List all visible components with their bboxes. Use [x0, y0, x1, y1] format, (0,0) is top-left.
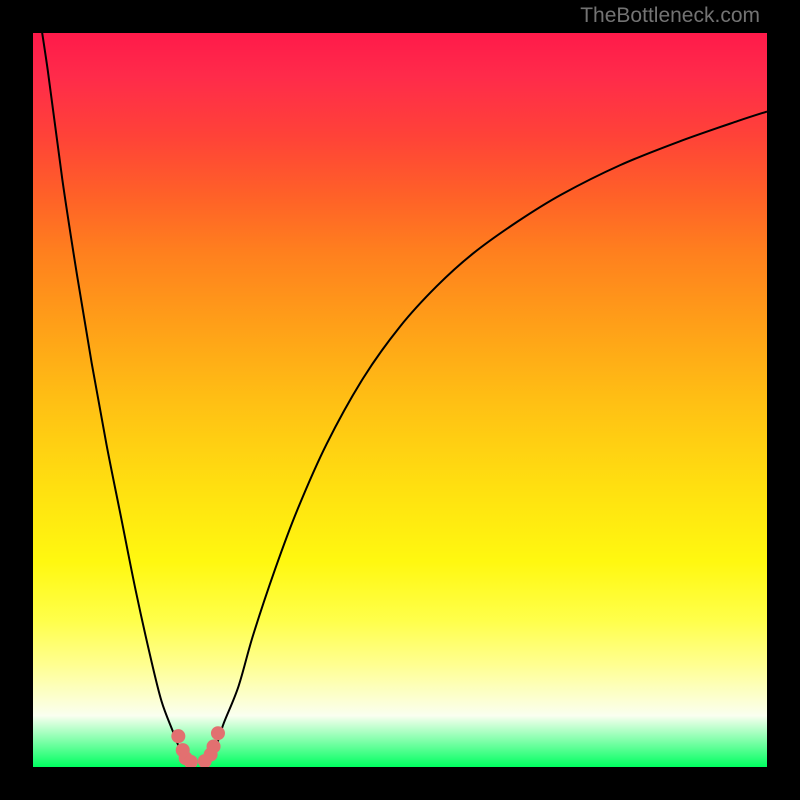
vertex-dot: [211, 726, 225, 740]
curve-left-branch: [33, 33, 187, 760]
bottleneck-curve: [33, 33, 767, 767]
curve-vertex-points: [171, 726, 225, 767]
watermark-text: TheBottleneck.com: [580, 4, 760, 28]
chart-plot-area: [33, 33, 767, 767]
vertex-dot: [171, 729, 185, 743]
vertex-dot: [207, 739, 221, 753]
curve-right-branch: [209, 112, 767, 760]
